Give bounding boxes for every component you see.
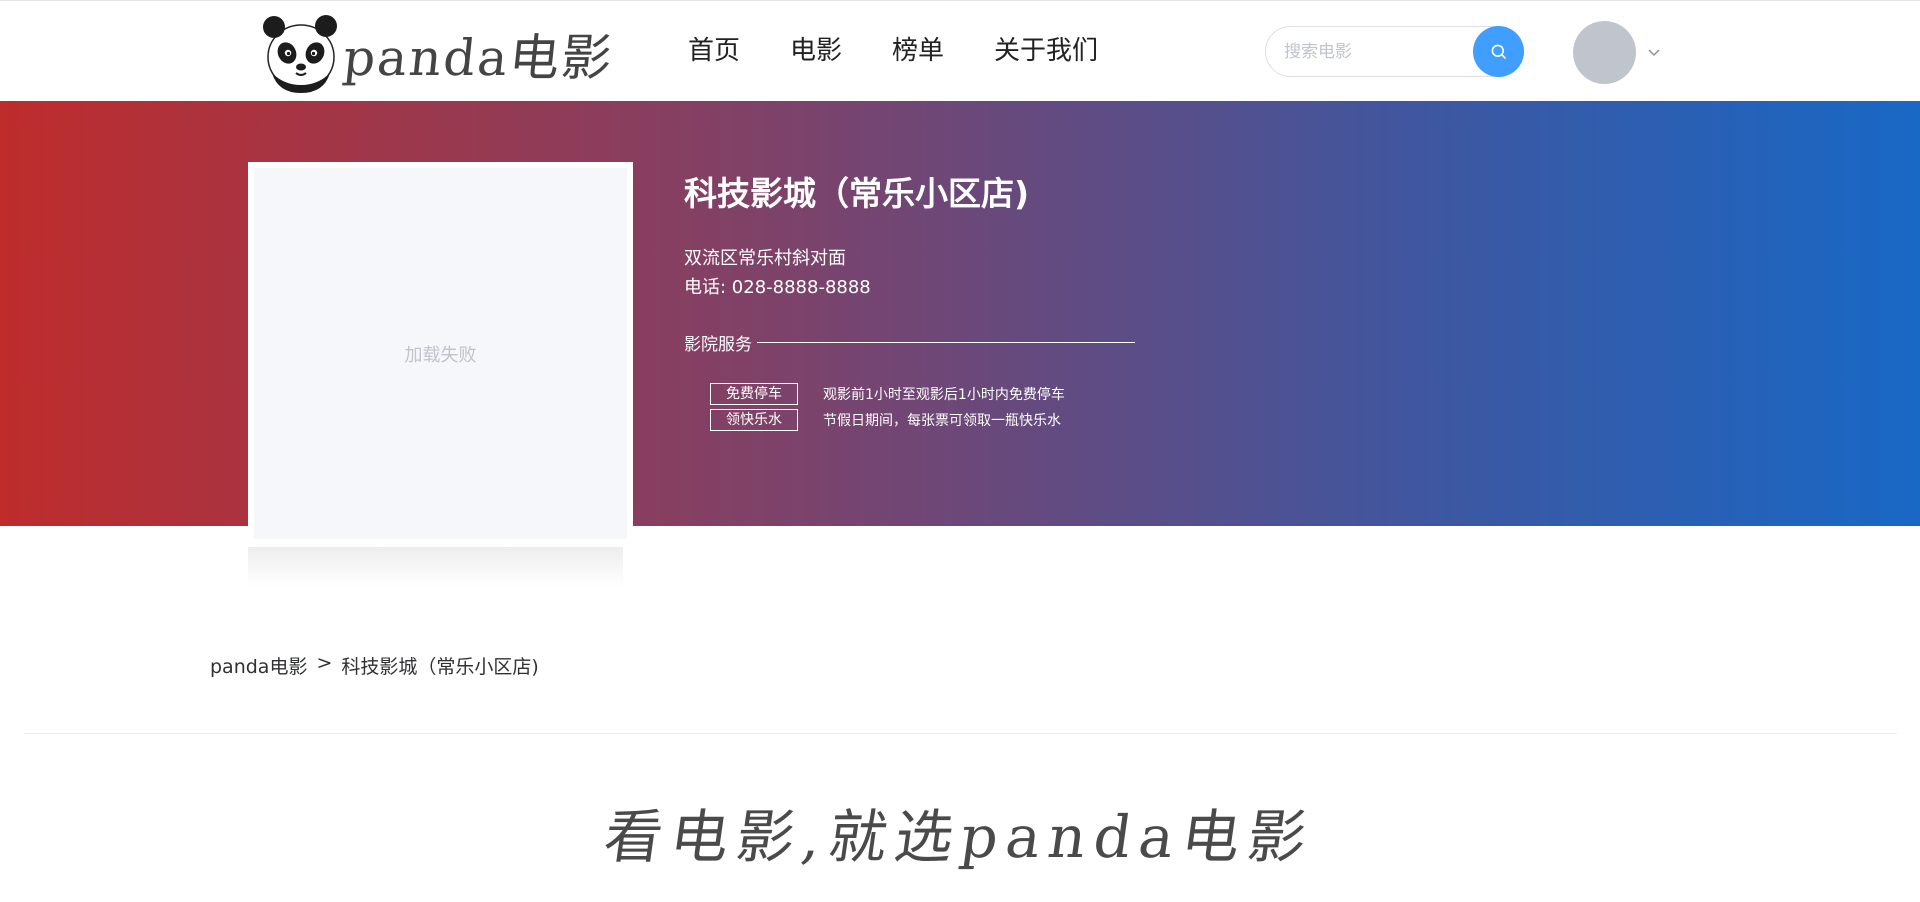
services-title: 影院服务 — [684, 335, 752, 355]
panda-logo-icon — [263, 15, 337, 93]
service-desc-parking: 观影前1小时至观影后1小时内免费停车 — [823, 387, 1065, 403]
main-nav: 首页 电影 榜单 关于我们 — [688, 31, 1148, 71]
nav-item-movies[interactable]: 电影 — [790, 31, 842, 71]
services-divider — [757, 342, 1135, 343]
search-button[interactable] — [1473, 26, 1524, 77]
user-menu[interactable] — [1573, 20, 1662, 84]
poster-error-placeholder: 加载失败 — [254, 168, 627, 539]
top-header: panda电影 首页 电影 榜单 关于我们 — [0, 0, 1920, 101]
footer-divider — [24, 733, 1897, 734]
service-desc-drink: 节假日期间，每张票可领取一瓶快乐水 — [823, 413, 1061, 429]
breadcrumb-current: 科技影城（常乐小区店) — [341, 656, 539, 678]
site-logo[interactable]: panda电影 — [260, 13, 616, 95]
cinema-info: 科技影城（常乐小区店) 双流区常乐村斜对面 电话: 028-8888-8888 … — [684, 170, 1135, 431]
search-box — [1265, 26, 1524, 77]
nav-item-home[interactable]: 首页 — [688, 31, 740, 71]
nav-item-about-us[interactable]: 关于我们 — [994, 31, 1098, 71]
service-tag-drink: 领快乐水 — [710, 409, 798, 431]
cinema-poster: 加载失败 — [248, 162, 633, 545]
breadcrumb-separator: > — [316, 652, 333, 674]
services-header: 影院服务 — [684, 330, 1135, 355]
cinema-name: 科技影城（常乐小区店) — [684, 174, 1030, 213]
breadcrumb: panda电影 > 科技影城（常乐小区店) — [210, 652, 539, 679]
chevron-down-icon[interactable] — [1646, 44, 1662, 60]
breadcrumb-home-link[interactable]: panda电影 — [210, 652, 307, 679]
poster-shadow — [248, 547, 623, 587]
service-tag-parking: 免费停车 — [710, 383, 798, 405]
service-item: 免费停车 观影前1小时至观影后1小时内免费停车 — [710, 383, 1065, 405]
logo-text: panda电影 — [340, 29, 617, 87]
footer-slogan: 看电影,就选panda电影 — [599, 803, 1319, 871]
cinema-phone: 电话: 028-8888-8888 — [684, 277, 871, 298]
avatar[interactable] — [1573, 20, 1636, 84]
nav-item-rankings[interactable]: 榜单 — [892, 31, 944, 71]
cinema-address: 双流区常乐村斜对面 — [684, 248, 846, 269]
service-item: 领快乐水 节假日期间，每张票可领取一瓶快乐水 — [710, 409, 1061, 431]
search-icon — [1491, 44, 1506, 59]
search-input[interactable] — [1284, 39, 1464, 65]
